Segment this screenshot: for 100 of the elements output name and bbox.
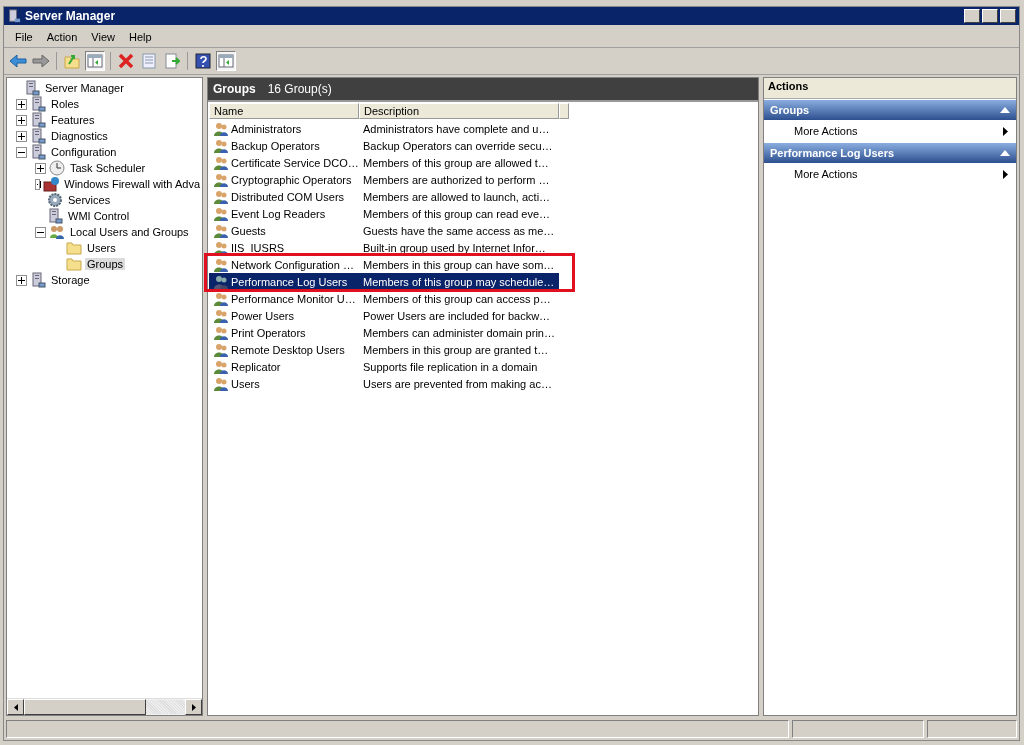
tree-item[interactable]: WMI Control xyxy=(66,210,132,222)
action-section-header[interactable]: Groups xyxy=(764,100,1016,120)
gear-icon xyxy=(47,192,63,208)
server-icon xyxy=(30,112,46,128)
tree-item[interactable]: Diagnostics xyxy=(49,130,110,142)
tree-item[interactable]: Configuration xyxy=(49,146,119,158)
menu-item[interactable]: Action xyxy=(39,31,85,43)
folder-icon xyxy=(66,240,82,256)
group-name[interactable]: Backup Operators xyxy=(231,139,320,152)
menu-item[interactable]: File xyxy=(8,31,40,43)
folder-icon xyxy=(66,256,82,272)
server-icon xyxy=(30,272,46,288)
group-description: Members of this group can access p… xyxy=(363,292,551,305)
brick-wall-icon xyxy=(43,176,60,192)
group-name[interactable]: Event Log Readers xyxy=(231,207,326,220)
group-description: Members of this group can read eve… xyxy=(363,207,551,220)
collapse-toggle[interactable] xyxy=(16,146,27,158)
minimize-button[interactable] xyxy=(964,9,980,23)
group-name[interactable]: Performance Monitor U… xyxy=(231,292,356,305)
group-description: Supports file replication in a domain xyxy=(363,360,538,373)
user-group-icon xyxy=(213,239,229,256)
group-description: Users are prevented from making ac… xyxy=(363,377,552,390)
user-group-icon xyxy=(213,358,229,375)
tree-item[interactable]: Services xyxy=(66,194,113,206)
user-group-icon xyxy=(213,324,229,341)
user-group-icon xyxy=(213,120,229,137)
tree-item[interactable]: Windows Firewall with Adva xyxy=(62,178,202,190)
group-description: Members in this group can have som… xyxy=(363,258,555,271)
expand-toggle[interactable] xyxy=(16,114,27,126)
maximize-button[interactable] xyxy=(982,9,998,23)
server-icon xyxy=(30,96,46,112)
column-header[interactable]: Description xyxy=(359,103,559,119)
server-icon xyxy=(47,208,63,224)
group-description: Members are authorized to perform … xyxy=(363,173,550,186)
group-name[interactable]: Power Users xyxy=(231,309,294,322)
tree-item[interactable]: Features xyxy=(49,114,97,126)
tree-item[interactable]: Storage xyxy=(49,274,92,286)
menu-item[interactable]: Help xyxy=(121,31,159,43)
submenu-arrow-icon xyxy=(1003,126,1008,136)
close-button[interactable] xyxy=(1000,9,1016,23)
help-icon xyxy=(195,53,211,69)
group-name[interactable]: Users xyxy=(231,377,260,390)
group-description: Members of this group may schedule… xyxy=(363,275,555,288)
tree-item[interactable]: Users xyxy=(85,242,118,254)
user-group-icon xyxy=(213,341,229,358)
expand-toggle[interactable] xyxy=(16,274,27,286)
user-group-icon xyxy=(213,307,229,324)
group-name[interactable]: Remote Desktop Users xyxy=(231,343,345,356)
users-icon xyxy=(49,224,65,240)
user-group-icon xyxy=(213,273,229,290)
actions-title: Actions xyxy=(764,78,1016,99)
tree-item[interactable]: Local Users and Groups xyxy=(68,226,191,238)
tree-item[interactable]: Task Scheduler xyxy=(68,162,148,174)
group-description: Members in this group are granted t… xyxy=(363,343,549,356)
expand-toggle[interactable] xyxy=(35,178,41,190)
submenu-arrow-icon xyxy=(1003,169,1008,179)
expand-toggle[interactable] xyxy=(16,98,27,110)
server-icon xyxy=(30,128,46,144)
group-name[interactable]: Cryptographic Operators xyxy=(231,173,352,186)
group-name[interactable]: Replicator xyxy=(231,360,281,373)
group-name[interactable]: Network Configuration … xyxy=(231,258,354,271)
collapse-toggle[interactable] xyxy=(35,226,46,238)
group-name[interactable]: Guests xyxy=(231,224,266,237)
column-header[interactable]: Name xyxy=(209,103,359,119)
server-icon xyxy=(24,80,40,96)
user-group-icon xyxy=(213,171,229,188)
tree-item[interactable]: Server Manager xyxy=(43,82,126,94)
panel-title: Groups xyxy=(213,82,256,96)
scroll-right-arrow-icon[interactable] xyxy=(191,703,196,711)
pane-icon xyxy=(218,53,234,69)
tree-item[interactable]: Groups xyxy=(85,258,126,270)
group-description: Administrators have complete and u… xyxy=(363,122,550,135)
group-name[interactable]: Print Operators xyxy=(231,326,306,339)
forward-arrow-icon xyxy=(32,53,50,69)
user-group-icon xyxy=(213,256,229,273)
group-name[interactable]: Distributed COM Users xyxy=(231,190,345,203)
group-count: 16 Group(s) xyxy=(267,82,332,96)
folder-up-icon xyxy=(64,53,80,69)
group-description: Members can administer domain prin… xyxy=(363,326,555,339)
user-group-icon xyxy=(213,154,229,171)
group-description: Backup Operators can override secu… xyxy=(363,139,553,152)
scroll-left-arrow-icon[interactable] xyxy=(13,703,18,711)
expand-toggle[interactable] xyxy=(35,162,46,174)
user-group-icon xyxy=(213,290,229,307)
horizontal-scrollbar[interactable] xyxy=(7,698,202,715)
window-title: Server Manager xyxy=(25,9,117,23)
action-section-header[interactable]: Performance Log Users xyxy=(764,143,1016,163)
group-name[interactable]: Certificate Service DCO… xyxy=(231,156,359,169)
back-arrow-icon xyxy=(9,53,27,69)
toolbar-button[interactable] xyxy=(193,51,213,71)
group-description: Members of this group are allowed t… xyxy=(363,156,549,169)
group-name[interactable]: IIS_IUSRS xyxy=(231,241,285,254)
user-group-icon xyxy=(213,375,229,392)
server-icon xyxy=(7,9,21,23)
group-name[interactable]: Administrators xyxy=(231,122,302,135)
clock-icon xyxy=(49,160,65,176)
user-group-icon xyxy=(213,222,229,239)
tree-item[interactable]: Roles xyxy=(49,98,82,110)
menu-item[interactable]: View xyxy=(84,31,122,43)
expand-toggle[interactable] xyxy=(16,130,27,142)
